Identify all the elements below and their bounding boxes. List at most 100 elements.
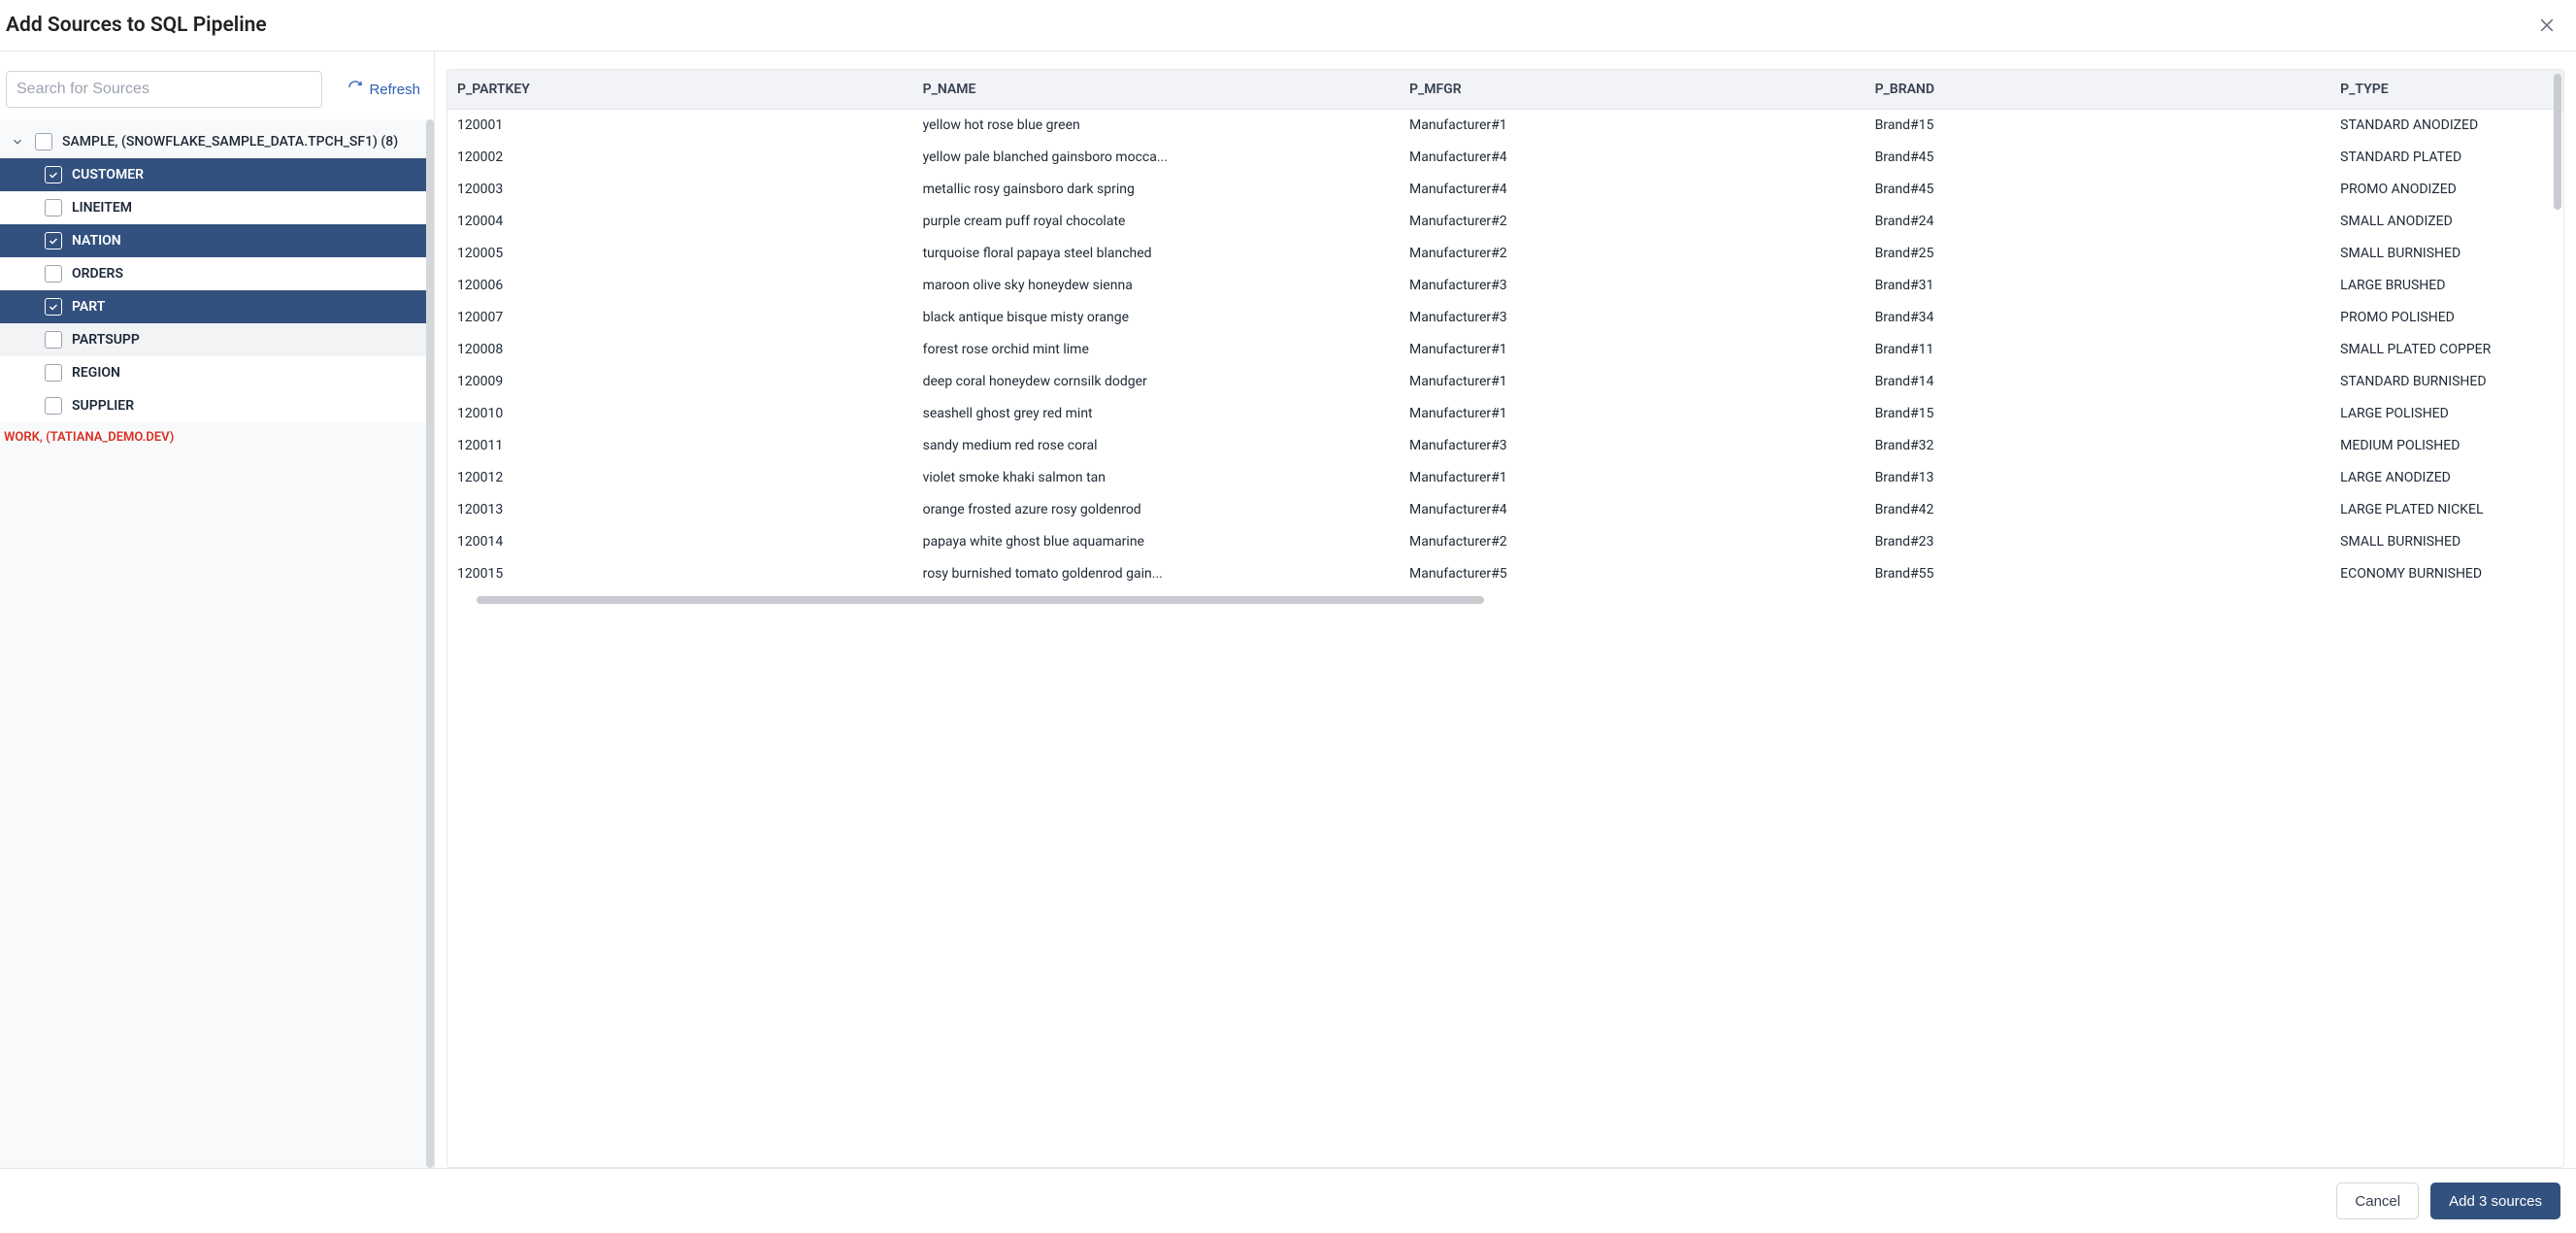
table-cell: SMALL ANODIZED [2330, 205, 2563, 237]
column-header[interactable]: P_PARTKEY [447, 70, 913, 109]
table-cell: rosy burnished tomato goldenrod gain... [913, 557, 1400, 589]
table-row[interactable]: 120007black antique bisque misty orangeM… [447, 301, 2563, 333]
table-cell: PROMO POLISHED [2330, 301, 2563, 333]
tree-item-label: CUSTOMER [72, 167, 144, 183]
table-cell: ECONOMY BURNISHED [2330, 557, 2563, 589]
table-cell: forest rose orchid mint lime [913, 333, 1400, 365]
table-row[interactable]: 120015rosy burnished tomato goldenrod ga… [447, 557, 2563, 589]
table-cell: Brand#45 [1866, 141, 2331, 173]
table-cell: LARGE POLISHED [2330, 397, 2563, 429]
close-button[interactable] [2533, 12, 2560, 39]
group-checkbox[interactable] [35, 133, 52, 150]
tree-item-checkbox[interactable] [45, 298, 62, 316]
chevron-down-icon[interactable] [10, 134, 25, 150]
table-cell: MEDIUM POLISHED [2330, 429, 2563, 461]
tree-item-nation[interactable]: NATION [0, 224, 434, 257]
search-input[interactable] [6, 71, 322, 108]
table-row[interactable]: 120002yellow pale blanched gainsboro moc… [447, 141, 2563, 173]
table-cell: 120015 [447, 557, 913, 589]
preview-table-wrap: P_PARTKEYP_NAMEP_MFGRP_BRANDP_TYPE 12000… [446, 69, 2564, 1168]
tree-item-checkbox[interactable] [45, 397, 62, 415]
tree-item-label: REGION [72, 365, 120, 381]
table-row[interactable]: 120008forest rose orchid mint limeManufa… [447, 333, 2563, 365]
table-cell: SMALL BURNISHED [2330, 237, 2563, 269]
tree-item-customer[interactable]: CUSTOMER [0, 158, 434, 191]
refresh-button[interactable]: Refresh [340, 80, 428, 99]
table-cell: Manufacturer#4 [1400, 493, 1866, 525]
search-row: Refresh [0, 71, 434, 119]
table-cell: PROMO ANODIZED [2330, 173, 2563, 205]
table-row[interactable]: 120014papaya white ghost blue aquamarine… [447, 525, 2563, 557]
table-row[interactable]: 120004purple cream puff royal chocolateM… [447, 205, 2563, 237]
table-row[interactable]: 120012violet smoke khaki salmon tanManuf… [447, 461, 2563, 493]
tree-item-checkbox[interactable] [45, 199, 62, 217]
table-row[interactable]: 120003metallic rosy gainsboro dark sprin… [447, 173, 2563, 205]
table-cell: SMALL BURNISHED [2330, 525, 2563, 557]
tree-item-checkbox[interactable] [45, 364, 62, 382]
column-header[interactable]: P_MFGR [1400, 70, 1866, 109]
table-cell: Manufacturer#4 [1400, 141, 1866, 173]
preview-panel: P_PARTKEYP_NAMEP_MFGRP_BRANDP_TYPE 12000… [435, 51, 2576, 1168]
table-cell: 120007 [447, 301, 913, 333]
table-cell: purple cream puff royal chocolate [913, 205, 1400, 237]
table-cell: black antique bisque misty orange [913, 301, 1400, 333]
tree-item-checkbox[interactable] [45, 331, 62, 349]
tree-item-partsupp[interactable]: PARTSUPP [0, 323, 434, 356]
table-cell: yellow hot rose blue green [913, 109, 1400, 141]
table-cell: Manufacturer#5 [1400, 557, 1866, 589]
table-cell: papaya white ghost blue aquamarine [913, 525, 1400, 557]
table-cell: STANDARD ANODIZED [2330, 109, 2563, 141]
horizontal-scrollbar[interactable] [455, 595, 2556, 605]
table-cell: 120009 [447, 365, 913, 397]
column-header[interactable]: P_TYPE [2330, 70, 2563, 109]
table-cell: Brand#11 [1866, 333, 2331, 365]
table-cell: Manufacturer#4 [1400, 173, 1866, 205]
table-cell: Brand#25 [1866, 237, 2331, 269]
table-cell: Brand#14 [1866, 365, 2331, 397]
tree-item-orders[interactable]: ORDERS [0, 257, 434, 290]
table-row[interactable]: 120011sandy medium red rose coralManufac… [447, 429, 2563, 461]
table-cell: 120013 [447, 493, 913, 525]
column-header[interactable]: P_NAME [913, 70, 1400, 109]
table-cell: Brand#34 [1866, 301, 2331, 333]
table-row[interactable]: 120009deep coral honeydew cornsilk dodge… [447, 365, 2563, 397]
tree-item-checkbox[interactable] [45, 166, 62, 183]
table-row[interactable]: 120006maroon olive sky honeydew siennaMa… [447, 269, 2563, 301]
close-icon [2537, 23, 2557, 38]
table-row[interactable]: 120005turquoise floral papaya steel blan… [447, 237, 2563, 269]
refresh-icon [347, 80, 363, 99]
tree-item-supplier[interactable]: SUPPLIER [0, 389, 434, 422]
table-cell: 120014 [447, 525, 913, 557]
table-cell: 120001 [447, 109, 913, 141]
table-cell: turquoise floral papaya steel blanched [913, 237, 1400, 269]
dialog-footer: Cancel Add 3 sources [0, 1168, 2576, 1233]
tree-item-region[interactable]: REGION [0, 356, 434, 389]
tree-item-checkbox[interactable] [45, 265, 62, 283]
table-row[interactable]: 120013orange frosted azure rosy goldenro… [447, 493, 2563, 525]
tree-item-part[interactable]: PART [0, 290, 434, 323]
tree-item-label: PARTSUPP [72, 332, 140, 348]
table-cell: 120010 [447, 397, 913, 429]
table-cell: sandy medium red rose coral [913, 429, 1400, 461]
horizontal-scrollbar-thumb[interactable] [477, 596, 1485, 604]
table-cell: Manufacturer#1 [1400, 333, 1866, 365]
table-cell: SMALL PLATED COPPER [2330, 333, 2563, 365]
table-cell: 120004 [447, 205, 913, 237]
add-sources-button[interactable]: Add 3 sources [2430, 1183, 2560, 1219]
table-cell: 120012 [447, 461, 913, 493]
table-cell: Brand#15 [1866, 109, 2331, 141]
table-cell: 120006 [447, 269, 913, 301]
table-cell: 120011 [447, 429, 913, 461]
tree-item-lineitem[interactable]: LINEITEM [0, 191, 434, 224]
table-cell: Manufacturer#2 [1400, 525, 1866, 557]
table-row[interactable]: 120001yellow hot rose blue greenManufact… [447, 109, 2563, 141]
tree-group[interactable]: SAMPLE, (SNOWFLAKE_SAMPLE_DATA.TPCH_SF1)… [0, 125, 434, 158]
tree-item-checkbox[interactable] [45, 232, 62, 250]
cancel-button[interactable]: Cancel [2336, 1183, 2419, 1219]
source-tree[interactable]: SAMPLE, (SNOWFLAKE_SAMPLE_DATA.TPCH_SF1)… [0, 119, 434, 1168]
table-cell: 120003 [447, 173, 913, 205]
vertical-scrollbar[interactable] [2554, 74, 2561, 210]
table-cell: Brand#13 [1866, 461, 2331, 493]
table-row[interactable]: 120010seashell ghost grey red mintManufa… [447, 397, 2563, 429]
column-header[interactable]: P_BRAND [1866, 70, 2331, 109]
